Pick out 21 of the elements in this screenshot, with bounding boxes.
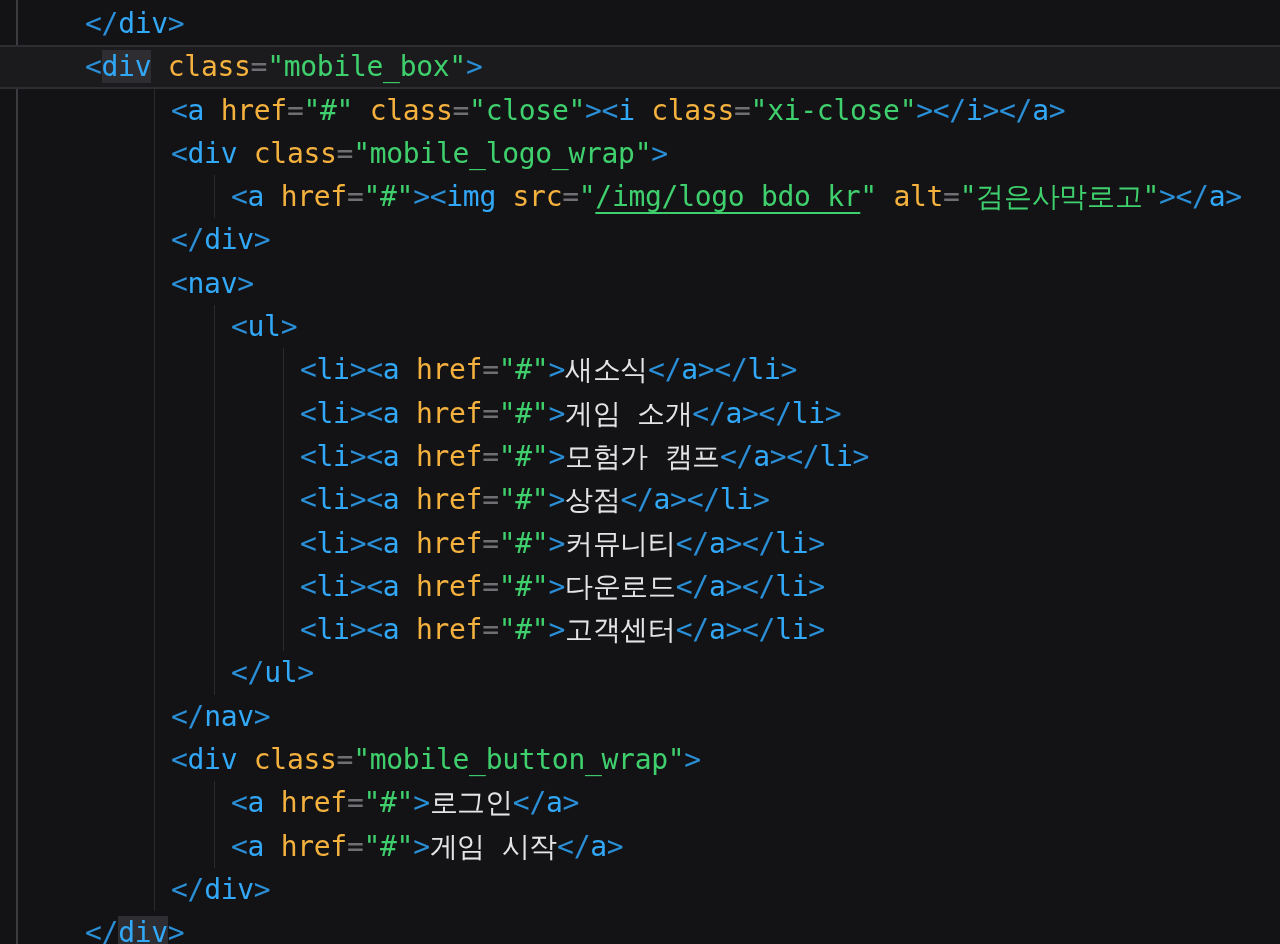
code-line: <li><a href="#">고객센터</a></li> <box>300 612 825 649</box>
code-line: <nav> <box>171 265 254 302</box>
code-line: <div class="mobile_button_wrap"> <box>171 742 701 779</box>
code-line: <a href="#"><img src="/img/logo_bdo_kr" alt="검은사막로고"></a> <box>231 179 1242 216</box>
code-line: <div class="mobile_logo_wrap"> <box>171 135 668 172</box>
code-line: <a href="#">로그인</a> <box>231 785 580 822</box>
code-line: <li><a href="#">새소식</a></li> <box>300 352 798 389</box>
code-line: </div> <box>171 871 271 908</box>
code-line: <ul> <box>231 309 298 346</box>
code-line: </nav> <box>171 698 271 735</box>
code-line: </div> <box>85 915 185 944</box>
code-line: <a href="#">게임 시작</a> <box>231 828 624 865</box>
code-line: <li><a href="#">상점</a></li> <box>300 482 770 519</box>
code-line: </div> <box>171 222 271 259</box>
code-line: <li><a href="#">게임 소개</a></li> <box>300 395 842 432</box>
code-line: <li><a href="#">커뮤니티</a></li> <box>300 525 825 562</box>
code-line: </ul> <box>231 655 314 692</box>
code-line: <li><a href="#">다운로드</a></li> <box>300 568 825 605</box>
code-line: <a href="#" class="close"><i class="xi-close"></i></a> <box>171 92 1066 129</box>
code-line: <li><a href="#">모험가 캠프</a></li> <box>300 438 870 475</box>
code-line: </div> <box>85 6 185 42</box>
